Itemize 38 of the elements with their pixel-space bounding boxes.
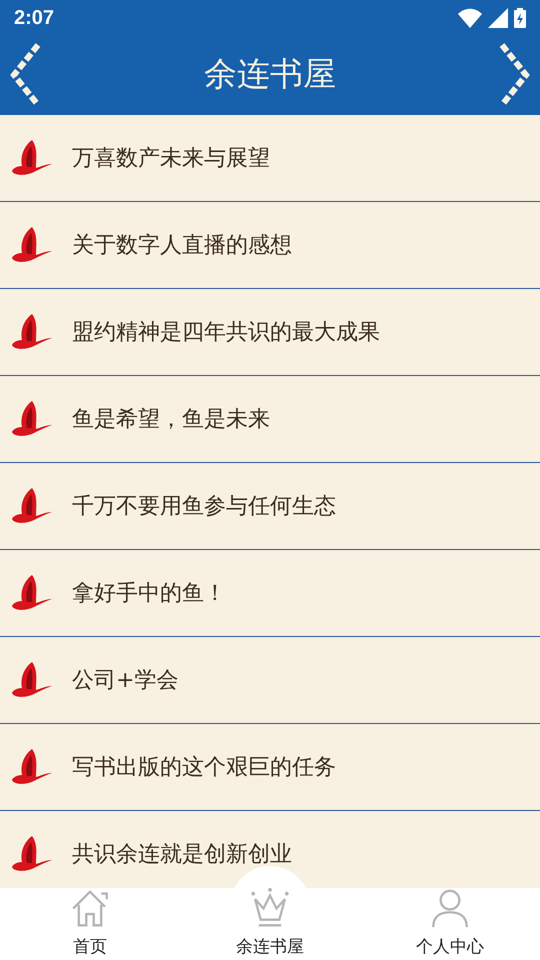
article-title: 千万不要用鱼参与任何生态: [72, 493, 336, 521]
sail-icon: [10, 138, 54, 178]
sail-icon: [10, 399, 54, 439]
article-title: 万喜数产未来与展望: [72, 145, 270, 173]
back-chevron-icon[interactable]: [10, 42, 42, 106]
sail-icon: [10, 486, 54, 526]
article-item[interactable]: 千万不要用鱼参与任何生态: [0, 463, 540, 550]
article-title: 共识余连就是创新创业: [72, 841, 292, 869]
crown-icon: [249, 888, 291, 929]
sail-icon: [10, 573, 54, 613]
sail-icon: [10, 747, 54, 787]
article-title: 写书出版的这个艰巨的任务: [72, 754, 336, 782]
forward-chevron-icon[interactable]: [498, 42, 530, 106]
article-item[interactable]: 盟约精神是四年共识的最大成果: [0, 289, 540, 376]
article-title: 拿好手中的鱼！: [72, 580, 226, 608]
article-title: 关于数字人直播的感想: [72, 232, 292, 260]
person-icon: [429, 888, 471, 929]
battery-icon: [514, 8, 526, 28]
article-item[interactable]: 鱼是希望，鱼是未来: [0, 376, 540, 463]
article-item[interactable]: 公司+学会: [0, 637, 540, 724]
sail-icon: [10, 660, 54, 700]
article-item[interactable]: 万喜数产未来与展望: [0, 115, 540, 202]
header-title: 余连书屋: [204, 53, 336, 95]
article-item[interactable]: 拿好手中的鱼！: [0, 550, 540, 637]
nav-tab[interactable]: 余连书屋: [180, 888, 360, 960]
article-item[interactable]: 写书出版的这个艰巨的任务: [0, 724, 540, 811]
nav-tab[interactable]: 首页: [0, 888, 180, 960]
sail-icon: [10, 834, 54, 874]
article-item[interactable]: 关于数字人直播的感想: [0, 202, 540, 289]
sail-icon: [10, 225, 54, 265]
nav-tab[interactable]: 个人中心: [360, 888, 540, 960]
article-title: 盟约精神是四年共识的最大成果: [72, 319, 380, 347]
wifi-icon: [458, 8, 482, 28]
article-title: 公司+学会: [72, 667, 178, 695]
status-time: 2:07: [14, 6, 54, 30]
sail-icon: [10, 312, 54, 352]
signal-icon: [488, 8, 508, 28]
article-title: 鱼是希望，鱼是未来: [72, 406, 270, 434]
